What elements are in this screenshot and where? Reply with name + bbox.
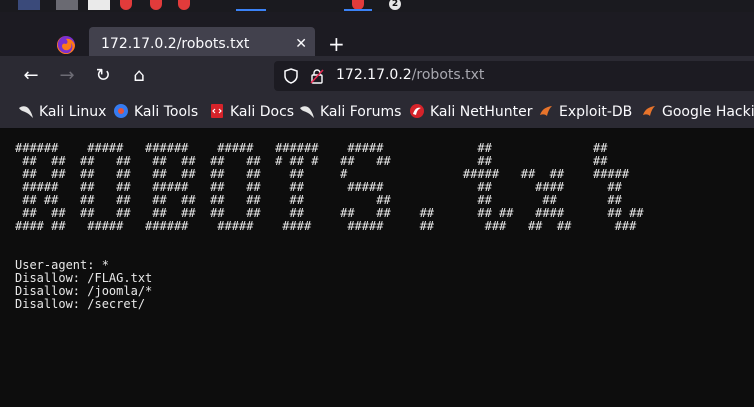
ascii-banner-line: ##### ## ## ##### ## ## ## ##### ## ####… [15,180,622,194]
taskbar-app-icon[interactable] [18,0,40,10]
back-button[interactable]: ← [19,64,43,88]
home-button[interactable]: ⌂ [127,64,151,88]
bookmarks-toolbar: Kali Linux Kali Tools Kali Docs Kali For… [0,96,754,129]
exploit-db-icon [643,106,655,116]
tab-strip: 172.17.0.2/robots.txt ✕ + [0,12,754,63]
shield-icon[interactable] [283,68,299,84]
bookmark-kali-forums[interactable]: Kali Forums [299,103,401,120]
taskbar-app-icon[interactable] [150,0,162,10]
robots-line: User-agent: * [15,258,109,272]
taskbar-active-indicator [236,9,266,11]
robots-line: Disallow: /FLAG.txt [15,271,153,285]
kali-dragon-icon [19,106,33,118]
bookmark-exploit-db[interactable]: Exploit-DB [538,103,632,120]
robots-line: Disallow: /joomla/* [15,284,153,298]
notification-badge: 2 [389,0,401,10]
bookmark-label: Kali Docs [230,104,295,120]
insecure-lock-icon[interactable] [309,68,325,84]
bookmark-label: Kali Linux [39,104,107,120]
taskbar-app-icon[interactable] [56,0,78,10]
bookmark-kali-docs[interactable]: Kali Docs [209,103,294,120]
taskbar-app-icon[interactable] [120,0,132,10]
new-tab-button[interactable]: + [328,34,345,54]
taskbar-active-indicator [344,9,372,11]
bookmark-google-hacking[interactable]: Google Hacking [641,103,754,120]
ascii-banner-line: ## ## ## ## ## ## ## ## ## # ##### ## ##… [15,167,630,181]
bookmark-label: Kali Forums [320,104,402,120]
taskbar-app-icon[interactable] [88,0,110,10]
ascii-banner-line: ###### ##### ###### ##### ###### ##### #… [15,141,608,155]
robots-txt-content: ###### ##### ###### ##### ###### ##### #… [15,142,644,311]
bookmark-label: Google Hacking [662,104,754,120]
bookmark-kali-nethunter[interactable]: Kali NetHunter [409,103,532,120]
ascii-banner-line: #### ## ##### ###### ##### #### ##### ##… [15,219,637,233]
url-text: 172.17.0.2/robots.txt [336,67,484,83]
navigation-bar: ← → ↻ ⌂ 172.17.0.2/robots.txt [0,56,754,96]
taskbar-app-icon[interactable] [178,0,190,10]
kali-tools-icon [114,104,128,118]
bookmark-label: Exploit-DB [559,104,633,120]
exploit-db-icon [540,106,552,116]
ascii-banner-line: ## ## ## ## ## ## ## ## ## ## ## ## ## #… [15,206,644,220]
bookmark-kali-linux[interactable]: Kali Linux [18,103,106,120]
url-path: /robots.txt [411,67,485,83]
bookmark-label: Kali NetHunter [430,104,533,120]
kali-docs-icon [211,104,223,118]
system-taskbar: 2 [0,0,754,12]
url-host: 172.17.0.2 [336,67,412,83]
close-tab-icon[interactable]: ✕ [295,36,307,52]
ascii-banner-line: ## ## ## ## ## ## ## ## # ## # ## ## ## … [15,154,608,168]
tab-title: 172.17.0.2/robots.txt [101,36,250,52]
bookmark-kali-tools[interactable]: Kali Tools [113,103,198,120]
bookmark-label: Kali Tools [134,104,199,120]
kali-dragon-icon [300,106,314,118]
url-bar[interactable]: 172.17.0.2/robots.txt [274,61,754,91]
firefox-icon[interactable] [56,35,76,55]
robots-line: Disallow: /secret/ [15,297,146,311]
forward-button[interactable]: → [55,64,79,88]
reload-button[interactable]: ↻ [91,64,115,88]
nethunter-icon [410,104,424,118]
ascii-banner-line: ## ## ## ## ## ## ## ## ## ## ## ## ## [15,193,622,207]
